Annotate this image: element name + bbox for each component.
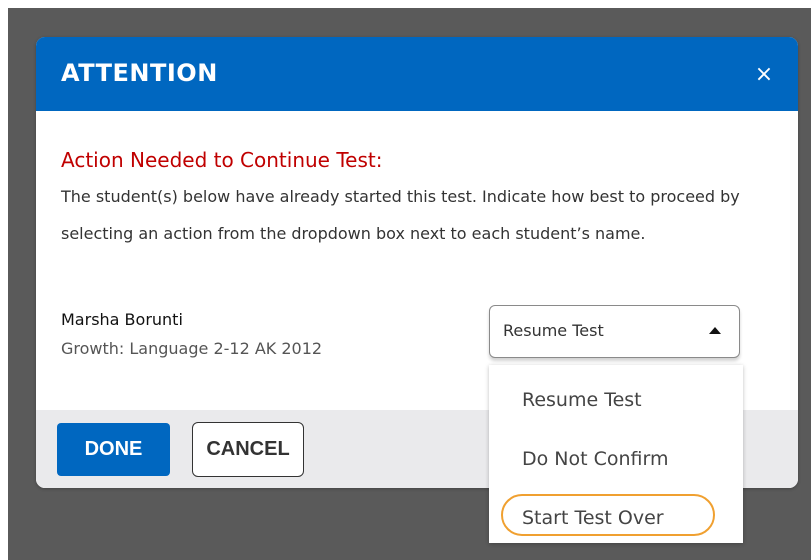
dialog-header: ATTENTION × <box>36 37 798 111</box>
caret-up-icon <box>709 327 721 334</box>
cancel-button[interactable]: CANCEL <box>192 422 304 477</box>
action-dropdown-menu: Resume Test Do Not Confirm Start Test Ov… <box>489 365 743 543</box>
action-select-value: Resume Test <box>503 321 604 340</box>
option-do-not-confirm[interactable]: Do Not Confirm <box>489 433 743 485</box>
student-test-name: Growth: Language 2-12 AK 2012 <box>61 339 323 358</box>
close-icon[interactable]: × <box>748 59 780 91</box>
instructions-text: The student(s) below have already starte… <box>61 187 740 243</box>
option-start-test-over[interactable]: Start Test Over <box>489 492 743 544</box>
done-button[interactable]: DONE <box>57 423 170 476</box>
dialog-title: ATTENTION <box>61 59 218 87</box>
student-name: Marsha Borunti <box>61 310 183 329</box>
alert-heading: Action Needed to Continue Test: <box>61 148 383 172</box>
action-select[interactable]: Resume Test <box>489 305 740 358</box>
option-resume-test[interactable]: Resume Test <box>489 374 743 426</box>
